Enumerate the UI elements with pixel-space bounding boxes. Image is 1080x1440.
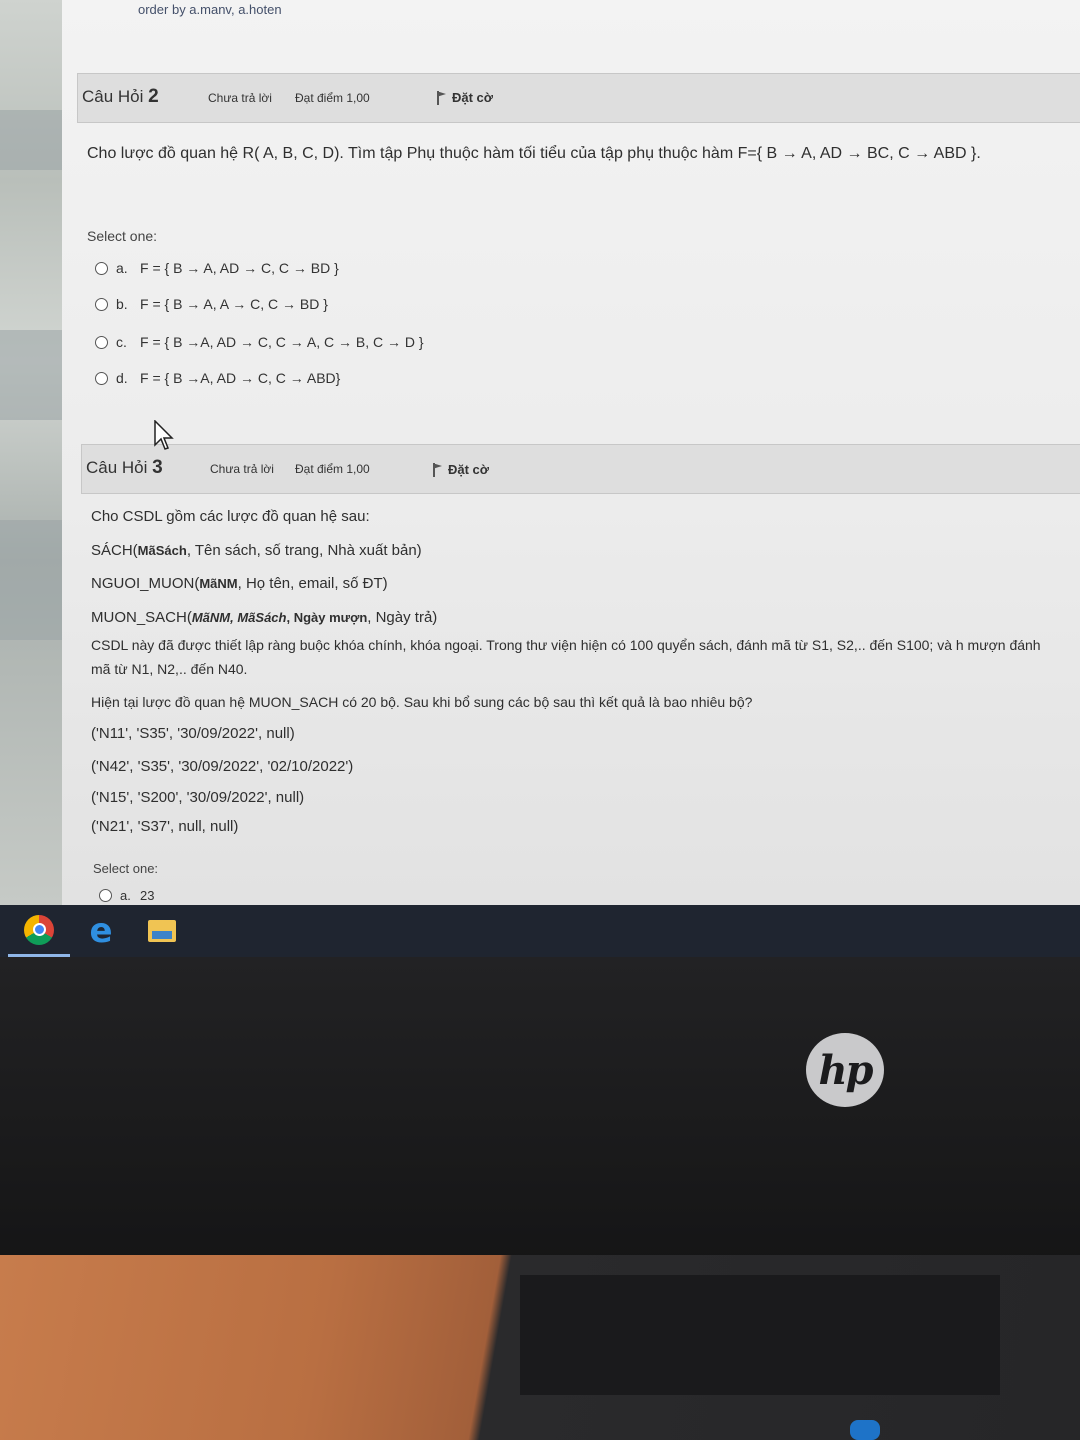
schema-sach: SÁCH(MãSách, Tên sách, số trang, Nhà xuấ… xyxy=(91,542,422,559)
question-3-title: Câu Hỏi 3 xyxy=(86,457,163,478)
question-2-option-b[interactable]: b. F = { B → A, A → C, C → BD } xyxy=(95,296,328,312)
question-2-title: Câu Hỏi 2 xyxy=(82,86,159,107)
question-2-header: Câu Hỏi 2 Chưa trả lời Đạt điểm 1,00 Đặt… xyxy=(77,73,1080,123)
previous-answer-text: order by a.manv, a.hoten xyxy=(138,2,282,17)
tuple-2: ('N42', 'S35', '30/09/2022', '02/10/2022… xyxy=(91,758,354,775)
question-3-grade: Đạt điểm 1,00 xyxy=(295,462,370,476)
cable xyxy=(850,1420,880,1440)
browser-viewport: order by a.manv, a.hoten Câu Hỏi 2 Chưa … xyxy=(62,0,1080,905)
taskbar-edge-button[interactable]: e xyxy=(70,905,132,957)
edge-icon: e xyxy=(89,911,113,951)
radio-button[interactable] xyxy=(95,297,108,311)
question-3-option-a[interactable]: a. 23 xyxy=(99,888,154,903)
question-2-option-d[interactable]: d. F = { B →A, AD → C, C → ABD} xyxy=(95,370,340,386)
tuple-3: ('N15', 'S200', '30/09/2022', null) xyxy=(91,789,305,806)
constraint-text: CSDL này đã được thiết lập ràng buộc khó… xyxy=(91,637,1041,677)
question-2-grade: Đạt điểm 1,00 xyxy=(295,91,370,105)
radio-button[interactable] xyxy=(95,261,108,275)
question-2-flag-button[interactable]: Đặt cờ xyxy=(436,90,493,105)
schema-muon-sach: MUON_SACH(MãNM, MãSách, Ngày mượn, Ngày … xyxy=(91,609,438,626)
background-window-photo xyxy=(0,0,62,905)
mouse-cursor-icon xyxy=(154,420,174,450)
monitor-bezel xyxy=(0,955,1080,1285)
question-3-select-label: Select one: xyxy=(93,861,159,876)
question-2-status: Chưa trả lời xyxy=(208,91,272,105)
tuple-1: ('N11', 'S35', '30/09/2022', null) xyxy=(91,725,295,742)
radio-button[interactable] xyxy=(95,371,108,385)
question-2-text: Cho lược đồ quan hệ R( A, B, C, D). Tìm … xyxy=(87,145,981,162)
radio-button[interactable] xyxy=(99,889,112,902)
question-2-select-label: Select one: xyxy=(87,228,158,244)
question-3-status: Chưa trả lời xyxy=(210,462,274,476)
taskbar-file-explorer-button[interactable] xyxy=(131,905,193,957)
flag-icon xyxy=(432,462,442,477)
question-3-text: Hiện tại lược đồ quan hệ MUON_SACH có 20… xyxy=(91,694,753,710)
radio-button[interactable] xyxy=(95,335,108,349)
file-explorer-icon xyxy=(148,920,176,942)
monitor-stand xyxy=(520,1275,1000,1395)
chrome-icon xyxy=(24,914,54,945)
question-2-option-c[interactable]: c. F = { B →A, AD → C, C → A, C → B, C →… xyxy=(95,334,424,350)
question-2-option-a[interactable]: a. F = { B → A, AD → C, C → BD } xyxy=(95,260,339,276)
question-3-intro: Cho CSDL gồm các lược đồ quan hệ sau: xyxy=(91,508,370,525)
flag-icon xyxy=(436,90,446,105)
taskbar: e xyxy=(0,905,1080,957)
question-3-header: Câu Hỏi 3 Chưa trả lời Đạt điểm 1,00 Đặt… xyxy=(81,444,1080,494)
tuple-4: ('N21', 'S37', null, null) xyxy=(91,818,239,835)
taskbar-chrome-button[interactable] xyxy=(8,905,70,957)
question-3-flag-button[interactable]: Đặt cờ xyxy=(432,462,489,477)
hp-logo: hp xyxy=(806,1033,884,1107)
schema-nguoi-muon: NGUOI_MUON(MãNM, Họ tên, email, số ĐT) xyxy=(91,575,388,592)
